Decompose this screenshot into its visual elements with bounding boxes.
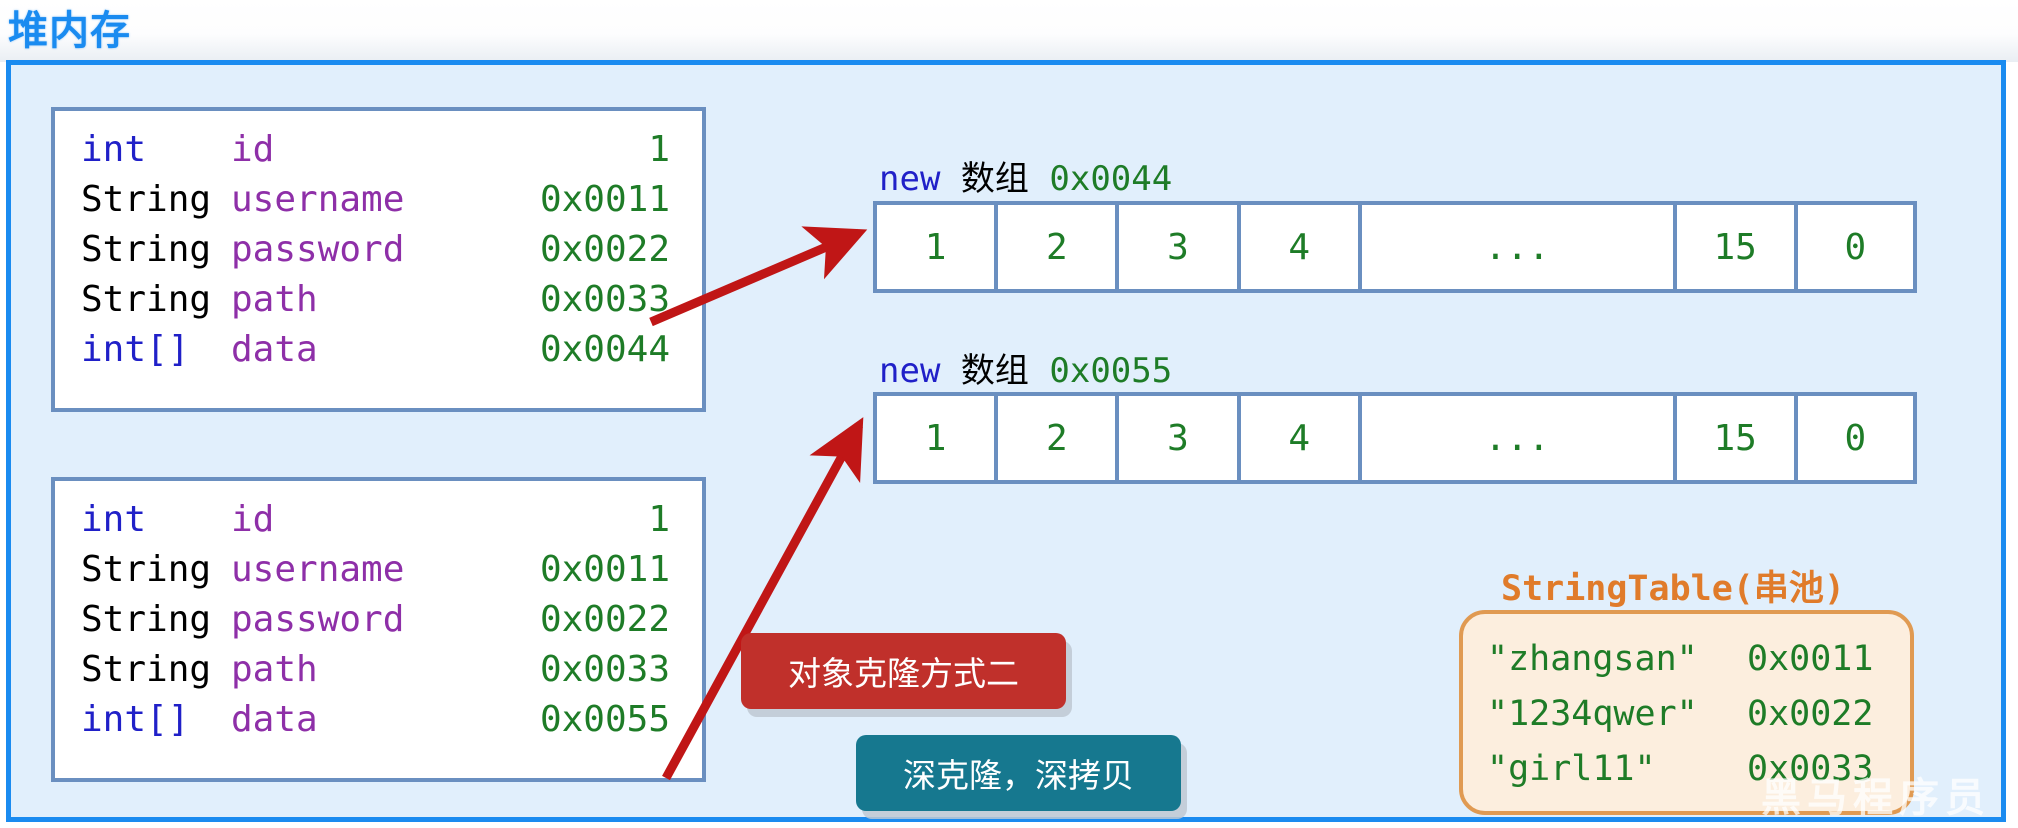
stringtable-address: 0x0022 — [1747, 694, 1874, 734]
array-cell: 3 — [1119, 396, 1241, 480]
page-title: 堆内存 — [8, 8, 131, 54]
field-name: username — [231, 179, 405, 220]
array-caption-address: 0x0055 — [1049, 351, 1173, 391]
object-field-row: String path 0x0033 — [81, 645, 676, 695]
object-field-row: String username 0x0011 — [81, 175, 676, 225]
field-name: password — [231, 229, 405, 270]
field-name: path — [231, 649, 318, 690]
object-field-row: String password 0x0022 — [81, 595, 676, 645]
array-cell: 0 — [1797, 205, 1913, 289]
array-cell: 4 — [1240, 396, 1362, 480]
field-value: 0x0044 — [539, 329, 670, 370]
field-name: id — [231, 499, 275, 540]
field-value: 0x0033 — [539, 649, 670, 690]
field-name: password — [231, 599, 405, 640]
object-field-row: String username 0x0011 — [81, 545, 676, 595]
field-value: 0x0055 — [539, 699, 670, 740]
field-value: 0x0033 — [539, 279, 670, 320]
field-type: String — [81, 179, 212, 220]
stringtable-literal: "1234qwer" — [1487, 694, 1698, 734]
array-cell: 2 — [998, 396, 1120, 480]
field-value: 0x0022 — [539, 599, 670, 640]
stringtable-row: "1234qwer" 0x0022 — [1487, 687, 1910, 742]
stringtable-address: 0x0011 — [1747, 639, 1874, 679]
array-caption-label: 数组 — [960, 351, 1029, 391]
object-box-2: int id 1 String username 0x0011 String p… — [51, 477, 706, 782]
array-cell-ellipsis: ... — [1361, 205, 1677, 289]
array-cell: 2 — [998, 205, 1120, 289]
field-type: int[] — [81, 329, 190, 370]
array-cell: 1 — [877, 396, 999, 480]
array-caption-new: new — [879, 351, 941, 391]
field-value: 0x0011 — [539, 179, 670, 220]
field-name: username — [231, 549, 405, 590]
array-1-row: 1 2 3 4 ... 15 0 — [873, 201, 1917, 293]
array-2-caption: new 数组 0x0055 — [879, 343, 1172, 392]
object-field-row: int[] data 0x0055 — [81, 695, 676, 745]
array-cell-ellipsis: ... — [1361, 396, 1677, 480]
stringtable-literal: "zhangsan" — [1487, 639, 1698, 679]
array-1-caption: new 数组 0x0044 — [879, 151, 1172, 200]
field-type: int[] — [81, 699, 190, 740]
array-cell: 0 — [1797, 396, 1913, 480]
object-field-row: String path 0x0033 — [81, 275, 676, 325]
callout-deep-clone[interactable]: 深克隆，深拷贝 — [856, 735, 1181, 811]
object-field-row: int id 1 — [81, 125, 676, 175]
array-caption-label: 数组 — [960, 159, 1029, 199]
field-value: 0x0011 — [539, 549, 670, 590]
field-type: String — [81, 649, 212, 690]
stringtable-title: StringTable(串池) — [1501, 569, 1845, 609]
array-cell: 1 — [877, 205, 999, 289]
object-field-row: int[] data 0x0044 — [81, 325, 676, 375]
array-cell: 3 — [1119, 205, 1241, 289]
watermark: 黑马程序员 — [1761, 775, 1991, 821]
callout-object-clone-mode[interactable]: 对象克隆方式二 — [741, 633, 1066, 709]
array-cell: 15 — [1676, 396, 1798, 480]
field-type: String — [81, 229, 212, 270]
field-type: String — [81, 279, 212, 320]
array-2-row: 1 2 3 4 ... 15 0 — [873, 392, 1917, 484]
header-band: 堆内存 — [0, 0, 2018, 62]
array-cell: 15 — [1676, 205, 1798, 289]
heap-memory-panel: int id 1 String username 0x0011 String p… — [6, 60, 2006, 822]
field-name: path — [231, 279, 318, 320]
object-box-1: int id 1 String username 0x0011 String p… — [51, 107, 706, 412]
array-cell: 4 — [1240, 205, 1362, 289]
array-caption-new: new — [879, 159, 941, 199]
field-type: int — [81, 129, 147, 170]
array-caption-address: 0x0044 — [1049, 159, 1173, 199]
object-field-row: int id 1 — [81, 495, 676, 545]
field-value: 1 — [648, 499, 670, 540]
field-value: 0x0022 — [539, 229, 670, 270]
object-field-row: String password 0x0022 — [81, 225, 676, 275]
field-name: data — [231, 699, 318, 740]
stringtable-row: "zhangsan" 0x0011 — [1487, 632, 1910, 687]
field-type: String — [81, 599, 212, 640]
field-type: int — [81, 499, 147, 540]
stringtable-literal: "girl11" — [1487, 749, 1656, 789]
field-value: 1 — [648, 129, 670, 170]
field-name: id — [231, 129, 275, 170]
field-type: String — [81, 549, 212, 590]
field-name: data — [231, 329, 318, 370]
